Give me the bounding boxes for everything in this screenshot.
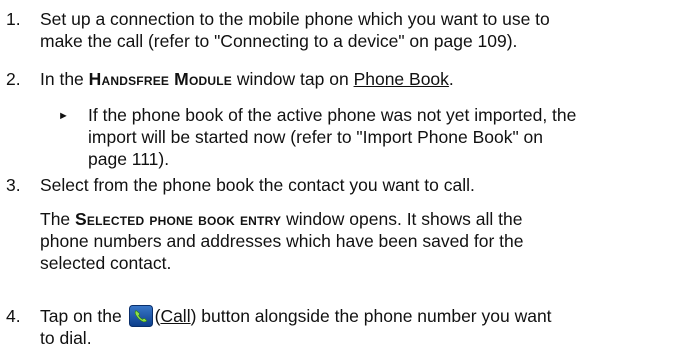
call-phone-icon[interactable] xyxy=(128,305,153,327)
step-text-segment: In the xyxy=(40,69,89,89)
bullet-text-line: If the phone book of the active phone wa… xyxy=(88,105,577,125)
step-text-line: make the call (refer to "Connecting to a… xyxy=(40,31,518,51)
phone-book-link[interactable]: Phone Book xyxy=(354,69,449,89)
step-number: 4. xyxy=(6,306,21,326)
step-text-line: phone numbers and addresses which have b… xyxy=(40,231,524,251)
window-name: Selected phone book entry xyxy=(75,209,282,229)
step-text-segment: button alongside the phone number you wa… xyxy=(196,306,552,326)
step-number: 2. xyxy=(6,69,21,89)
step-text-segment: Tap on the xyxy=(40,306,127,326)
step-text-segment: window tap on xyxy=(231,69,354,89)
instruction-page: 1. Set up a connection to the mobile pho… xyxy=(0,0,685,351)
bullet-text: If the phone book of the active phone wa… xyxy=(88,104,680,170)
step-text: Select from the phone book the contact y… xyxy=(40,174,680,274)
step-number: 1. xyxy=(6,9,21,29)
window-name: Handsfree Module xyxy=(88,69,232,89)
step-text: Tap on the (Call) button alongside the p… xyxy=(40,305,680,349)
step-text-line: selected contact. xyxy=(40,253,172,273)
step-text-line: Select from the phone book the contact y… xyxy=(40,175,475,195)
step-text-segment: . xyxy=(448,69,454,89)
step-text-line: Set up a connection to the mobile phone … xyxy=(40,9,550,29)
step-text-line: to dial. xyxy=(40,328,92,348)
step-text-segment: window opens. It shows all the xyxy=(281,209,523,229)
step-text-line: The Selected phone book entry window ope… xyxy=(40,208,680,230)
step-number: 3. xyxy=(6,175,21,195)
bullet-text-line: page 111). xyxy=(88,149,170,169)
step-text-line: Tap on the (Call) button alongside the p… xyxy=(40,305,680,327)
call-link[interactable]: Call xyxy=(160,306,190,326)
step-text-segment: The xyxy=(40,209,76,229)
step-text: In the Handsfree Module window tap on Ph… xyxy=(40,68,680,90)
step-text: Set up a connection to the mobile phone … xyxy=(40,8,680,52)
bullet-arrow-icon: ► xyxy=(58,110,69,122)
bullet-text-line: import will be started now (refer to "Im… xyxy=(88,127,543,147)
